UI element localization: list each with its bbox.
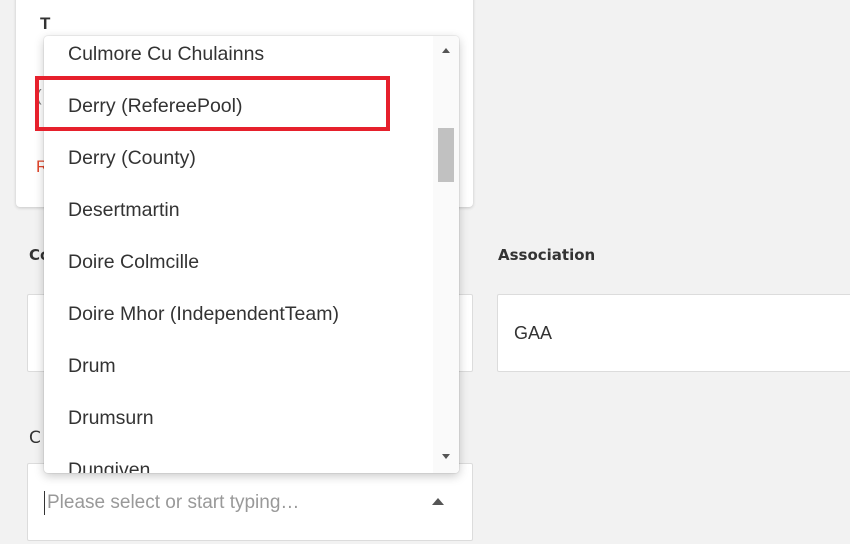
option-doire-colmcille[interactable]: Doire Colmcille: [44, 243, 433, 295]
club-select[interactable]: [27, 463, 473, 541]
option-desertmartin[interactable]: Desertmartin: [44, 191, 433, 243]
dropdown-scrollbar[interactable]: [433, 36, 459, 473]
caret-up-icon[interactable]: [432, 498, 444, 505]
option-culmore-cu-chulainns[interactable]: Culmore Cu Chulainns: [44, 36, 433, 87]
option-dungiven[interactable]: Dungiven: [44, 451, 433, 473]
option-drum[interactable]: Drum: [44, 347, 433, 399]
scroll-down-arrow-icon[interactable]: [442, 454, 450, 459]
card-text-fragment: (: [36, 86, 42, 105]
club-field-label: C: [29, 428, 41, 448]
option-derry-county[interactable]: Derry (County): [44, 139, 433, 191]
scrollbar-thumb[interactable]: [438, 128, 454, 182]
option-doire-mhor[interactable]: Doire Mhor (IndependentTeam): [44, 295, 433, 347]
dropdown-options: Culmore Cu Chulainns Derry (RefereePool)…: [44, 36, 433, 473]
club-dropdown-list[interactable]: Culmore Cu Chulainns Derry (RefereePool)…: [44, 36, 459, 473]
option-derry-refereepool[interactable]: Derry (RefereePool): [44, 87, 433, 139]
association-label: Association: [498, 246, 596, 264]
club-search-input[interactable]: [44, 491, 387, 515]
association-field[interactable]: GAA: [497, 294, 850, 372]
option-drumsurn[interactable]: Drumsurn: [44, 399, 433, 451]
association-value: GAA: [514, 323, 553, 343]
card-title-fragment: T: [40, 14, 51, 33]
scroll-up-arrow-icon[interactable]: [442, 48, 450, 53]
